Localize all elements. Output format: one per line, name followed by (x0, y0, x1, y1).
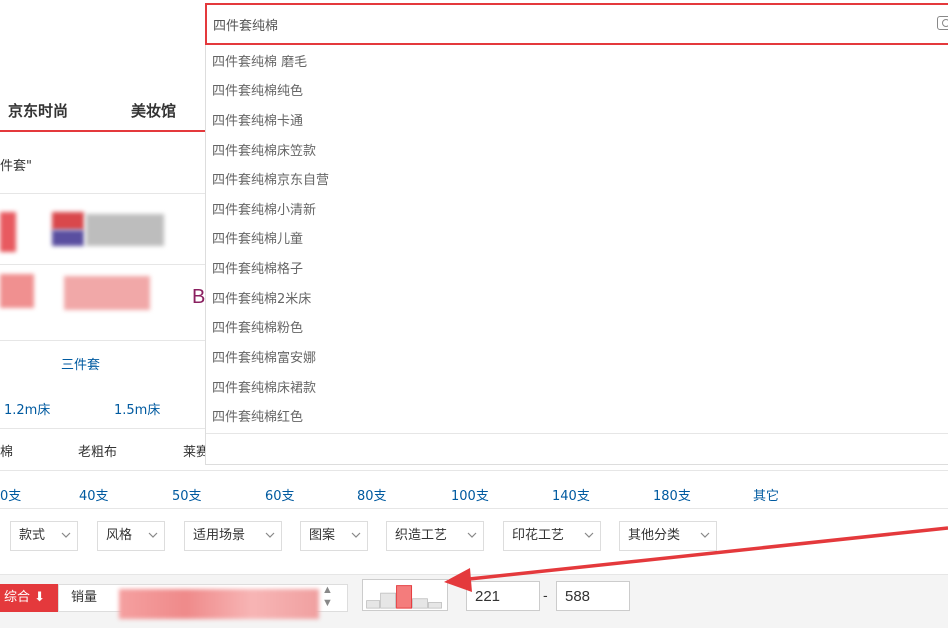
suggestion-item[interactable]: 四件套纯棉格子 (212, 258, 303, 282)
option-material[interactable]: 棉 (0, 441, 13, 460)
brand-logo-text[interactable]: B (192, 286, 205, 309)
suggestion-item[interactable]: 四件套纯棉床裙款 (212, 377, 316, 401)
suggestion-item[interactable]: 四件套纯棉红色 (212, 406, 303, 430)
option-thread-count[interactable]: 80支 (357, 485, 387, 504)
sort-bar: 综合 ⬇ 销量 ▲▼ - (0, 574, 948, 628)
price-bar (412, 598, 428, 609)
brand-logo[interactable] (52, 212, 84, 230)
search-query-label: 件套" (0, 159, 32, 174)
option-bed-size[interactable]: 1.5m床 (114, 399, 160, 418)
filter-print-select[interactable]: 印花工艺 (503, 521, 601, 551)
channel-nav: 京东时尚 美妆馆 (0, 92, 205, 132)
chevron-down-icon (61, 532, 71, 538)
suggestion-item[interactable]: 四件套纯棉2米床 (212, 288, 311, 312)
camera-icon[interactable] (937, 16, 948, 30)
nav-item-fashion[interactable]: 京东时尚 (8, 100, 68, 121)
option-thread-count[interactable]: 50支 (172, 485, 202, 504)
filter-label: 风格 (106, 528, 133, 543)
redacted-block (119, 589, 319, 619)
option-material[interactable]: 莱赛 (183, 441, 205, 460)
suggestion-item[interactable]: 四件套纯棉纯色 (212, 80, 303, 104)
filter-other-select[interactable]: 其他分类 (619, 521, 717, 551)
option-thread-count[interactable]: 100支 (451, 485, 489, 504)
suggestion-item[interactable]: 四件套纯棉床笠款 (212, 140, 316, 164)
price-bar (380, 592, 396, 609)
divider (0, 470, 948, 471)
filter-label: 图案 (309, 528, 336, 543)
suggestion-item[interactable]: 四件套纯棉京东自营 (212, 169, 329, 193)
arrow-down-icon: ⬇ (34, 590, 46, 605)
chevron-down-icon (700, 532, 710, 538)
brand-logo[interactable] (86, 214, 164, 246)
brand-logo[interactable] (64, 276, 150, 310)
option-thread-count[interactable]: 40支 (79, 485, 109, 504)
brand-logo[interactable] (52, 230, 84, 246)
search-box[interactable] (205, 3, 948, 45)
divider (0, 340, 205, 341)
sort-sales-label: 销量 (71, 590, 98, 605)
filter-label: 适用场景 (193, 528, 246, 543)
option-material[interactable]: 老粗布 (78, 441, 117, 460)
filter-weave-select[interactable]: 织造工艺 (386, 521, 484, 551)
option-thread-count[interactable]: 140支 (552, 485, 590, 504)
nav-item-beauty[interactable]: 美妆馆 (131, 100, 176, 121)
price-distribution-chart[interactable] (362, 579, 448, 611)
suggestion-item[interactable]: 四件套纯棉富安娜 (212, 347, 316, 371)
sort-sales-button[interactable]: 销量 (58, 584, 348, 619)
divider (0, 428, 205, 429)
option-bed-size[interactable]: 1.2m床 (4, 399, 50, 418)
option-thread-count[interactable]: 60支 (265, 485, 295, 504)
brand-logo[interactable] (0, 212, 16, 252)
divider (0, 508, 948, 509)
filter-label: 织造工艺 (395, 528, 448, 543)
chevron-down-icon (584, 532, 594, 538)
chevron-down-icon (265, 532, 275, 538)
divider (0, 264, 205, 265)
price-min-input[interactable] (466, 581, 540, 611)
option-thread-count[interactable]: 0支 (0, 485, 21, 504)
chevron-down-icon (148, 532, 158, 538)
option-three-piece[interactable]: 三件套 (61, 354, 100, 373)
suggestion-item[interactable]: 四件套纯棉粉色 (212, 317, 303, 341)
suggestion-item[interactable]: 四件套纯棉卡通 (212, 110, 303, 134)
option-thread-count[interactable]: 180支 (653, 485, 691, 504)
filter-style-select[interactable]: 款式 (10, 521, 78, 551)
divider (0, 193, 205, 194)
filter-label: 印花工艺 (512, 528, 565, 543)
filter-pattern-select[interactable]: 图案 (300, 521, 368, 551)
divider (206, 433, 948, 434)
brand-logo[interactable] (0, 274, 34, 308)
suggestion-item[interactable]: 四件套纯棉小清新 (212, 199, 316, 223)
filter-genre-select[interactable]: 风格 (97, 521, 165, 551)
search-suggestion-dropdown: 四件套纯棉 磨毛 四件套纯棉纯色 四件套纯棉卡通 四件套纯棉床笠款 四件套纯棉京… (205, 45, 948, 465)
price-bar-active (396, 585, 413, 609)
filter-label: 其他分类 (628, 528, 681, 543)
suggestion-item[interactable]: 四件套纯棉儿童 (212, 228, 303, 252)
suggestion-item[interactable]: 四件套纯棉 磨毛 (212, 51, 307, 75)
chevron-down-icon (351, 532, 361, 538)
option-thread-count[interactable]: 其它 (753, 485, 779, 504)
price-bar (428, 602, 442, 609)
price-max-input[interactable] (556, 581, 630, 611)
filter-scene-select[interactable]: 适用场景 (184, 521, 282, 551)
filter-label: 款式 (19, 528, 46, 543)
sort-default-label: 综合 (4, 590, 31, 605)
updown-icon[interactable]: ▲ ▼ (322, 584, 333, 610)
price-bar (366, 600, 381, 609)
search-input[interactable] (213, 13, 913, 35)
price-separator: - (543, 587, 548, 603)
chevron-down-icon (467, 532, 477, 538)
sort-default-button[interactable]: 综合 ⬇ (0, 584, 58, 612)
